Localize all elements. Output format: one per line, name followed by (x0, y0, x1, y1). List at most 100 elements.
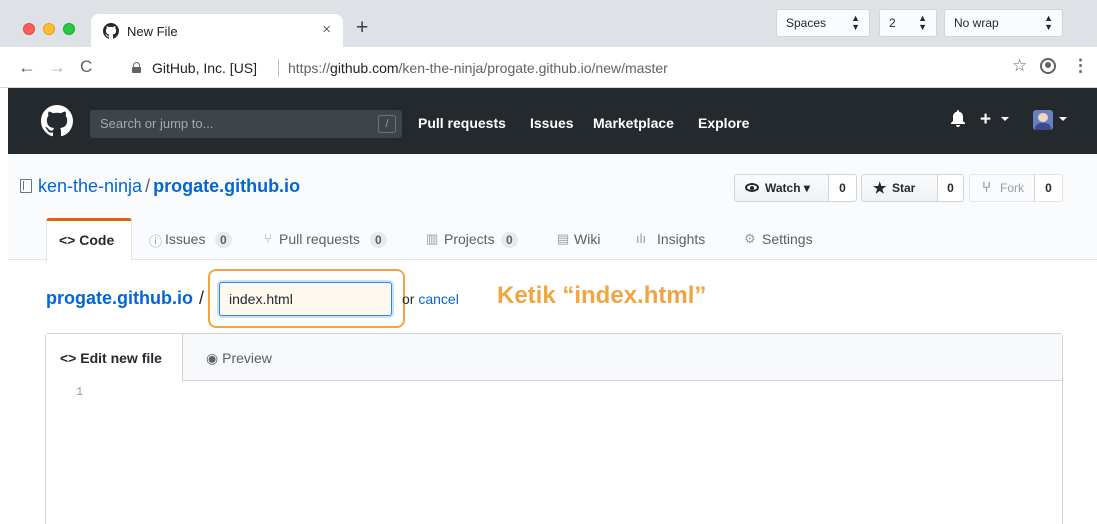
fork-count[interactable]: 0 (1034, 175, 1062, 201)
notifications-bell-icon[interactable] (951, 110, 965, 128)
tab-code[interactable]: <> Code (46, 218, 132, 261)
star-count[interactable]: 0 (937, 175, 963, 201)
profile-icon[interactable] (1040, 58, 1056, 74)
tab-projects[interactable]: ▥ Projects 0 (426, 218, 524, 260)
star-button[interactable]: ★ Star 0 (861, 174, 964, 202)
url-scheme: https:// (288, 60, 331, 76)
site-identity: GitHub, Inc. [US] (152, 60, 258, 76)
instruction-annotation: Ketik “index.html” (497, 282, 707, 309)
tab-close-icon[interactable]: × (322, 21, 331, 38)
or-text: or (402, 291, 415, 307)
lock-icon[interactable] (132, 62, 141, 73)
tab-pull-requests-label: Pull requests (279, 231, 360, 247)
browser-tab-title: New File (127, 24, 178, 39)
forward-arrow-icon[interactable]: → (48, 57, 66, 77)
search-input[interactable]: Search or jump to... / (90, 110, 402, 138)
nav-marketplace[interactable]: Marketplace (593, 115, 674, 131)
code-icon: <> (59, 232, 76, 248)
repo-name-link[interactable]: progate.github.io (153, 176, 300, 196)
browser-tab[interactable]: New File × (91, 14, 343, 47)
fork-icon: ⑂ (982, 179, 992, 196)
repo-nav: <> Code ⓘ Issues 0 ⑂ Pull requests 0 ▥ P… (8, 218, 1097, 261)
fork-button[interactable]: ⑂ Fork 0 (969, 174, 1063, 202)
tab-issues-label: Issues (165, 231, 206, 247)
tab-wiki[interactable]: ▤ Wiki (557, 218, 611, 260)
address-bar[interactable]: GitHub, Inc. [US] https://github.com/ken… (118, 54, 998, 82)
tab-pull-requests[interactable]: ⑂ Pull requests 0 (264, 218, 394, 260)
close-window-button[interactable] (23, 23, 35, 35)
wiki-icon: ▤ (557, 231, 570, 246)
select-arrows-icon: ▲ ▼ (918, 13, 927, 32)
search-shortcut-key: / (378, 115, 396, 133)
issue-icon: ⓘ (149, 234, 163, 249)
address-separator (278, 59, 279, 77)
github-logo-icon[interactable] (41, 105, 73, 137)
eye-icon: ◉ (206, 350, 219, 366)
fork-label: Fork (1000, 181, 1024, 195)
tab-insights[interactable]: ılı Insights (636, 218, 716, 260)
project-icon: ▥ (426, 231, 439, 246)
select-arrows-icon: ▲ ▼ (1044, 13, 1053, 32)
repo-owner-link[interactable]: ken-the-ninja (38, 176, 142, 196)
tab-edit-label: Edit new file (80, 350, 162, 366)
user-avatar[interactable] (1033, 110, 1053, 130)
nav-explore[interactable]: Explore (698, 115, 749, 131)
github-favicon-icon (103, 23, 119, 39)
address-url[interactable]: https://github.com/ken-the-ninja/progate… (288, 60, 668, 76)
url-host: github.com (330, 60, 399, 76)
create-new-icon[interactable]: + (980, 109, 991, 131)
breadcrumb-root-link[interactable]: progate.github.io (46, 288, 193, 308)
file-editor: <> Edit new file ◉ Preview (45, 333, 1063, 524)
pull-requests-count: 0 (370, 232, 387, 248)
editor-header: <> Edit new file ◉ Preview (46, 334, 1062, 382)
tab-code-label: Code (79, 232, 115, 248)
tab-settings[interactable]: ⚙ Settings (744, 218, 824, 260)
star-label: Star (892, 181, 916, 195)
watch-label: Watch ▾ (765, 181, 810, 195)
code-icon: <> (60, 350, 77, 366)
tab-settings-label: Settings (762, 231, 813, 247)
breadcrumb: progate.github.io / (46, 288, 204, 309)
wrap-mode-value: No wrap (954, 16, 999, 30)
star-icon: ★ (873, 180, 887, 197)
new-tab-button[interactable]: + (356, 17, 368, 39)
indent-size-value: 2 (889, 16, 896, 30)
line-number: 1 (76, 385, 84, 399)
tab-projects-label: Projects (444, 231, 495, 247)
repo-icon (20, 179, 32, 193)
issues-count: 0 (215, 232, 232, 248)
nav-pull-requests[interactable]: Pull requests (418, 115, 506, 131)
wrap-mode-select[interactable]: No wrap ▲ ▼ (944, 9, 1063, 37)
filename-input[interactable] (219, 282, 392, 316)
indent-size-select[interactable]: 2 ▲ ▼ (879, 9, 937, 37)
eye-icon (745, 183, 759, 192)
minimize-window-button[interactable] (43, 23, 55, 35)
watch-button[interactable]: Watch ▾ 0 (734, 174, 857, 202)
cancel-link[interactable]: cancel (418, 291, 458, 307)
bookmark-star-icon[interactable]: ☆ (1012, 56, 1027, 76)
watch-count[interactable]: 0 (828, 175, 856, 201)
back-arrow-icon[interactable]: ← (18, 57, 36, 77)
browser-toolbar: ← → C GitHub, Inc. [US] https://github.c… (0, 47, 1097, 88)
user-menu-caret-icon[interactable] (1059, 117, 1067, 121)
tab-edit-new-file[interactable]: <> Edit new file (46, 334, 183, 382)
graph-icon: ılı (636, 231, 647, 246)
tab-issues[interactable]: ⓘ Issues 0 (149, 218, 241, 260)
repo-header: ken-the-ninja / progate.github.io Watch ▾ … (8, 154, 1097, 261)
projects-count: 0 (501, 232, 518, 248)
nav-issues[interactable]: Issues (530, 115, 574, 131)
pull-request-icon: ⑂ (264, 231, 272, 246)
gear-icon: ⚙ (744, 231, 756, 246)
repo-title: ken-the-ninja / progate.github.io (38, 176, 300, 197)
tab-wiki-label: Wiki (574, 231, 601, 247)
reload-icon[interactable]: C (80, 57, 92, 77)
select-arrows-icon: ▲ ▼ (851, 13, 860, 32)
create-new-caret-icon[interactable] (1001, 117, 1009, 121)
repo-title-separator: / (145, 176, 151, 196)
indent-mode-select[interactable]: Spaces ▲ ▼ (776, 9, 870, 37)
search-placeholder: Search or jump to... (100, 116, 214, 131)
github-header: Search or jump to... / Pull requests Iss… (8, 88, 1097, 154)
indent-mode-value: Spaces (786, 16, 827, 30)
maximize-window-button[interactable] (63, 23, 75, 35)
browser-menu-icon[interactable]: ⋮ (1072, 56, 1089, 76)
